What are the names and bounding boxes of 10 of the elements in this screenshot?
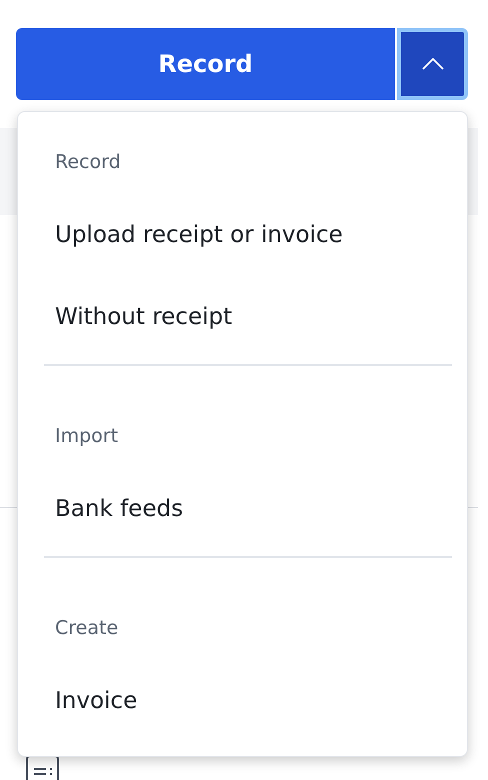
section-heading: Create: [55, 616, 120, 641]
menu-item[interactable]: Upload receipt or invoice: [55, 219, 441, 251]
record-button[interactable]: Record: [16, 28, 395, 100]
section-heading: Record: [55, 150, 122, 175]
menu-item[interactable]: Bank feeds: [55, 493, 441, 525]
chevron-up-icon: [422, 58, 444, 70]
menu-item[interactable]: Without receipt: [55, 301, 441, 333]
section-heading: Import: [55, 424, 120, 449]
menu-toggle-button[interactable]: [397, 28, 468, 100]
menu-item[interactable]: Invoice: [55, 685, 441, 717]
